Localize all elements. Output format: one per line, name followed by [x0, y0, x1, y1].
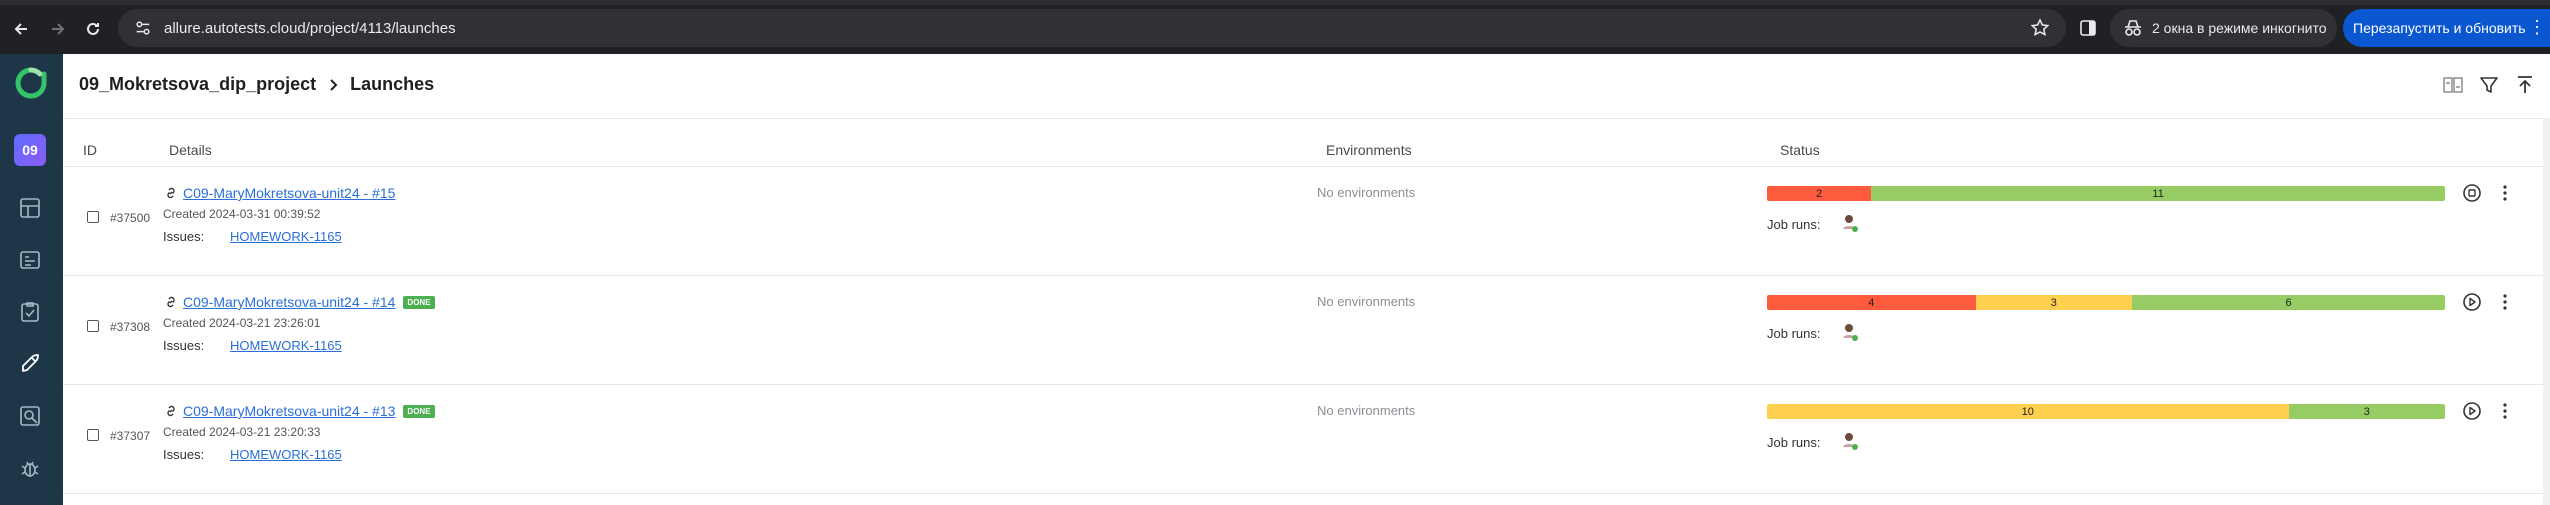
avatar[interactable]: [1841, 322, 1859, 342]
issue-link[interactable]: HOMEWORK-1165: [230, 229, 342, 244]
breadcrumb: 09_Mokretsova_dip_project Launches: [79, 74, 434, 95]
table-header: ID Details Environments Status: [63, 138, 2543, 167]
allure-logo-icon[interactable]: [14, 66, 48, 100]
table-row[interactable]: #37500 C09-MaryMokretsova-unit24 - #15 C…: [63, 167, 2543, 276]
project-badge[interactable]: 09: [14, 134, 46, 166]
incognito-label: 2 окна в режиме инкогнито: [2152, 20, 2327, 36]
incognito-icon: [2125, 20, 2141, 36]
stop-icon[interactable]: [2462, 183, 2482, 203]
test-cases-icon[interactable]: [16, 246, 44, 274]
issues-label: Issues:: [163, 338, 205, 353]
row-checkbox[interactable]: [87, 429, 99, 441]
launch-title-line: C09-MaryMokretsova-unit24 - #13 DONE: [163, 403, 435, 419]
compare-icon[interactable]: [2440, 72, 2466, 98]
url-text[interactable]: allure.autotests.cloud/project/4113/laun…: [164, 20, 456, 37]
rerun-icon[interactable]: [2462, 292, 2482, 312]
column-id[interactable]: ID: [83, 142, 97, 158]
status-passed-segment[interactable]: 11: [1871, 186, 2445, 201]
reload-icon[interactable]: [82, 18, 104, 40]
chevron-right-icon: [330, 78, 338, 91]
launches-icon[interactable]: [16, 350, 44, 378]
created-date: Created 2024-03-21 23:26:01: [163, 316, 321, 330]
sidebar: 09: [0, 54, 63, 505]
defects-icon[interactable]: [16, 454, 44, 482]
avatar[interactable]: [1841, 213, 1859, 233]
environment-text: No environments: [1317, 403, 1416, 418]
upload-icon[interactable]: [2512, 72, 2538, 98]
link-icon: [167, 187, 175, 199]
status-broken-segment[interactable]: 3: [1975, 295, 2133, 310]
page-title: Launches: [350, 74, 435, 94]
environment-text: No environments: [1317, 185, 1416, 200]
issue-link[interactable]: HOMEWORK-1165: [230, 447, 342, 462]
table-row[interactable]: #37307 C09-MaryMokretsova-unit24 - #13 D…: [63, 385, 2543, 494]
done-badge: DONE: [403, 295, 435, 309]
site-info-icon[interactable]: [132, 17, 154, 39]
more-vert-icon[interactable]: ⋮: [2528, 17, 2546, 37]
launch-id: #37308: [110, 320, 151, 334]
done-badge: DONE: [403, 404, 435, 418]
environment-text: No environments: [1317, 294, 1416, 309]
status-passed-segment[interactable]: 6: [2132, 295, 2445, 310]
rerun-icon[interactable]: [2462, 401, 2482, 421]
table-row[interactable]: #37308 C09-MaryMokretsova-unit24 - #14 D…: [63, 276, 2543, 385]
filter-icon[interactable]: [2476, 72, 2502, 98]
status-passed-segment[interactable]: 3: [2288, 404, 2445, 419]
launch-id: #37500: [110, 211, 151, 225]
analytics-icon[interactable]: [16, 402, 44, 430]
relaunch-label: Перезапустить и обновить: [2353, 20, 2526, 36]
job-runs-label: Job runs:: [1767, 217, 1821, 232]
page-header: 09_Mokretsova_dip_project Launches: [63, 54, 2550, 119]
status-bar: 2 11: [1767, 186, 2445, 201]
job-runs-label: Job runs:: [1767, 435, 1821, 450]
breadcrumb-project[interactable]: 09_Mokretsova_dip_project: [79, 74, 316, 95]
relaunch-button[interactable]: Перезапустить и обновить ⋮: [2343, 9, 2550, 47]
launch-id: #37307: [110, 429, 151, 443]
launch-title-link[interactable]: C09-MaryMokretsova-unit24 - #14: [183, 294, 395, 310]
status-bar: 4 3 6: [1767, 295, 2445, 310]
row-checkbox[interactable]: [87, 211, 99, 223]
link-icon: [167, 296, 175, 308]
side-panel-icon[interactable]: [2078, 18, 2098, 38]
row-checkbox[interactable]: [87, 320, 99, 332]
launch-title-line: C09-MaryMokretsova-unit24 - #14 DONE: [163, 294, 435, 310]
column-status[interactable]: Status: [1780, 142, 1820, 158]
launch-title-link[interactable]: C09-MaryMokretsova-unit24 - #15: [183, 185, 395, 201]
column-environments[interactable]: Environments: [1326, 142, 1412, 158]
more-vert-icon[interactable]: [2495, 292, 2515, 312]
status-failed-segment[interactable]: 2: [1767, 186, 1872, 201]
tab-strip: [0, 0, 2550, 5]
issues-label: Issues:: [163, 229, 205, 244]
status-broken-segment[interactable]: 10: [1767, 404, 2289, 419]
test-plans-icon[interactable]: [16, 298, 44, 326]
vertical-scrollbar[interactable]: [2543, 118, 2550, 505]
more-vert-icon[interactable]: [2495, 401, 2515, 421]
back-icon[interactable]: [10, 18, 32, 40]
avatar[interactable]: [1841, 431, 1859, 451]
issues-label: Issues:: [163, 447, 205, 462]
bookmark-star-icon[interactable]: [2030, 18, 2050, 38]
launch-title-line: C09-MaryMokretsova-unit24 - #15: [163, 185, 395, 201]
created-date: Created 2024-03-31 00:39:52: [163, 207, 321, 221]
job-runs-label: Job runs:: [1767, 326, 1821, 341]
incognito-indicator[interactable]: 2 окна в режиме инкогнито: [2110, 9, 2337, 47]
more-vert-icon[interactable]: [2495, 183, 2515, 203]
dashboards-icon[interactable]: [16, 194, 44, 222]
column-details[interactable]: Details: [169, 142, 212, 158]
link-icon: [167, 405, 175, 417]
browser-toolbar: allure.autotests.cloud/project/4113/laun…: [0, 0, 2550, 54]
launch-title-link[interactable]: C09-MaryMokretsova-unit24 - #13: [183, 403, 395, 419]
status-failed-segment[interactable]: 4: [1767, 295, 1976, 310]
created-date: Created 2024-03-21 23:20:33: [163, 425, 321, 439]
issue-link[interactable]: HOMEWORK-1165: [230, 338, 342, 353]
forward-icon[interactable]: [47, 18, 69, 40]
status-bar: 10 3: [1767, 404, 2445, 419]
address-bar[interactable]: allure.autotests.cloud/project/4113/laun…: [118, 9, 2066, 47]
